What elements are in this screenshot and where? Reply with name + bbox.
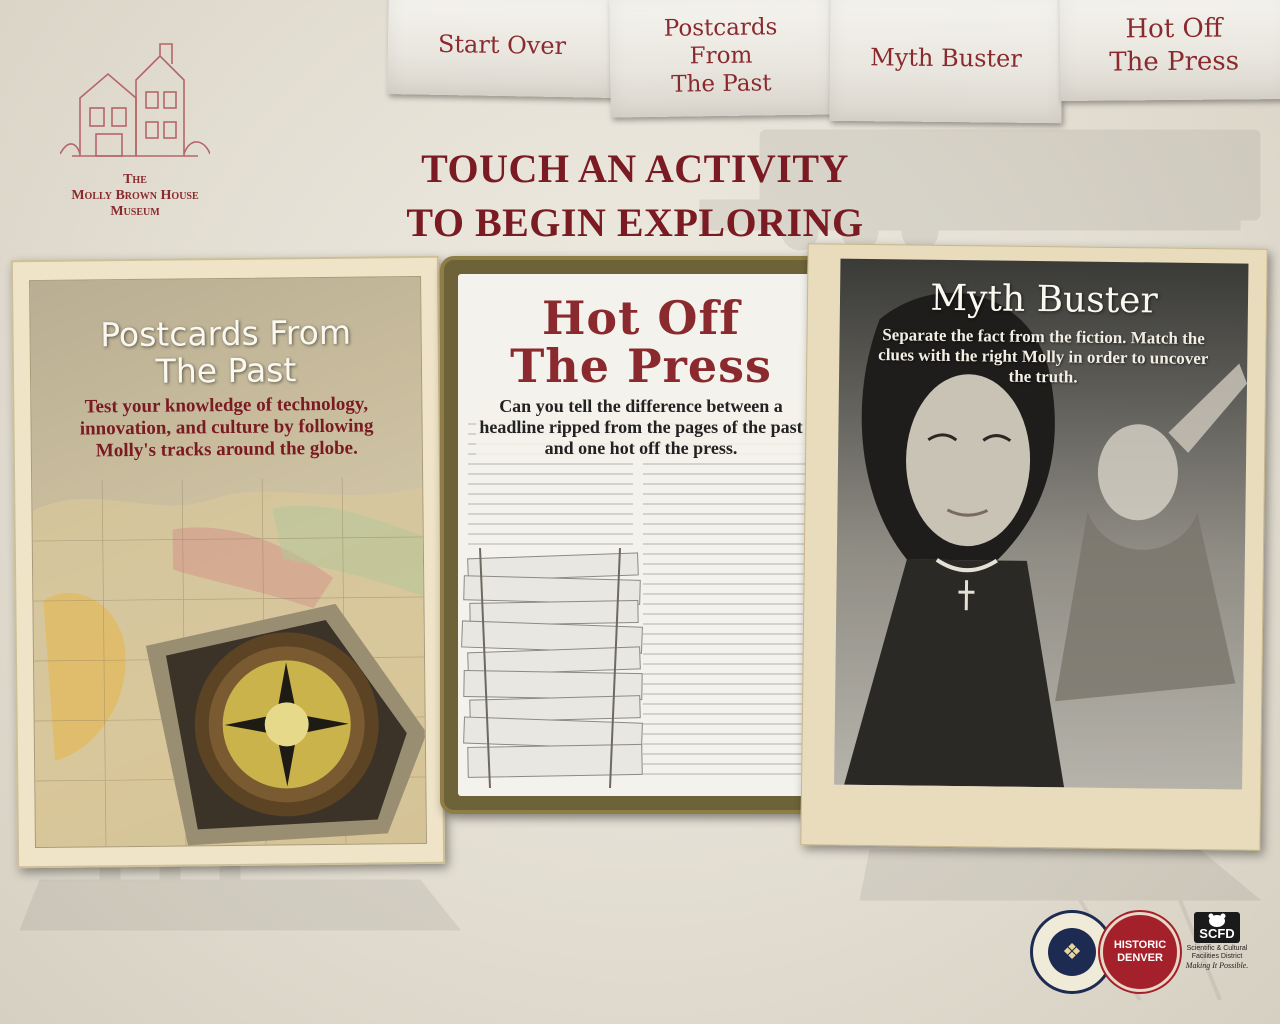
hot-off-the-press-card-description: Can you tell the difference between a he… (476, 396, 806, 459)
myth-buster-card-description: Separate the fact from the fiction. Matc… (878, 325, 1209, 387)
myth-buster-button[interactable]: Myth Buster (829, 0, 1063, 124)
page-heading: TOUCH AN ACTIVITY TO BEGIN EXPLORING (406, 146, 864, 245)
scfd-subtext: Scientific & Cultural Facilities Distric… (1186, 945, 1248, 960)
postcards-card-description: Test your knowledge of technology, innov… (79, 393, 374, 462)
house-icon (60, 43, 210, 157)
historic-denver-logo: HISTORIC DENVER (1100, 912, 1180, 992)
postcards-card-title: Postcards From The Past (100, 312, 352, 391)
bear-icon (1208, 913, 1226, 927)
scfd-tagline: Making It Possible. (1185, 961, 1249, 970)
myth-buster-card-title: Myth Buster (930, 277, 1158, 322)
museum-name-line3: Museum (110, 204, 160, 219)
historic-denver-bottom-text: DENVER (1117, 952, 1163, 964)
historic-denver-top-text: HISTORIC (1113, 939, 1167, 951)
compass-image (145, 603, 427, 846)
newspaper-stack-image (461, 548, 643, 788)
myth-buster-activity-card[interactable]: Myth Buster Separate the fact from the f… (800, 243, 1268, 851)
hot-off-the-press-card-title: Hot Off The Press (510, 291, 772, 393)
postcards-from-the-past-button[interactable]: Postcards From The Past (609, 0, 833, 118)
museum-name-line1: The (123, 172, 147, 187)
postcards-activity-card[interactable]: Postcards From The Past Test your knowle… (10, 255, 446, 869)
scfd-text: SCFD (1199, 926, 1235, 941)
museum-name-line2: Molly Brown House (71, 188, 199, 203)
museum-logo[interactable]: The Molly Brown House Museum (30, 36, 240, 220)
eagle-icon: ❖ (1048, 928, 1096, 976)
hot-off-the-press-activity-card[interactable]: Hot Off The Press Can you tell the diffe… (440, 256, 842, 814)
hot-off-the-press-button[interactable]: Hot Off The Press (1059, 0, 1280, 101)
scfd-logo: SCFD Scientific & Cultural Facilities Di… (1182, 912, 1252, 970)
start-over-button[interactable]: Start Over (387, 0, 617, 98)
